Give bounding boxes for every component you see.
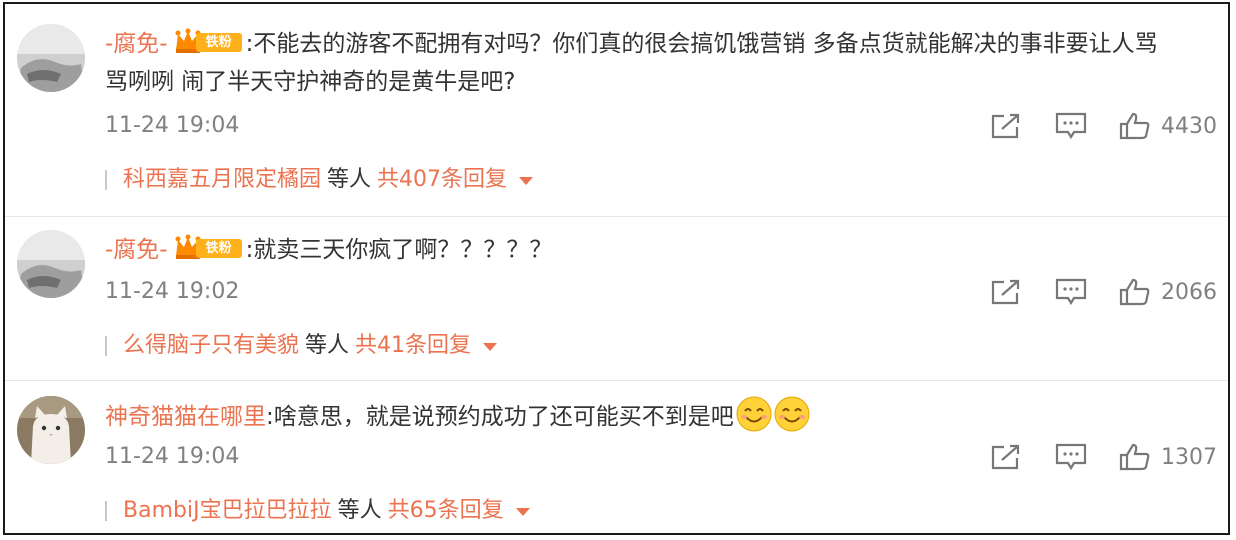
username[interactable]: 神奇猫猫在哪里	[105, 404, 266, 430]
reply-divider-line	[105, 170, 107, 190]
avatar[interactable]	[17, 230, 85, 298]
reply-divider-line	[105, 336, 107, 356]
comment-button[interactable]	[1055, 111, 1087, 141]
reply-summary[interactable]: BambiJ宝巴拉巴拉拉 等人 共65条回复	[105, 495, 530, 527]
comment-icon	[1055, 278, 1087, 306]
reply-mid-text: 等人	[327, 167, 372, 192]
reply-count-link[interactable]: 共41条回复	[355, 330, 471, 362]
like-icon	[1119, 278, 1150, 306]
like-count: 4430	[1161, 113, 1217, 139]
like-count: 1307	[1161, 444, 1217, 470]
fan-badge: 铁粉	[174, 234, 244, 260]
comment-divider	[5, 380, 1228, 381]
reply-count-link[interactable]: 共407条回复	[377, 164, 507, 196]
share-icon	[991, 113, 1020, 139]
avatar[interactable]	[17, 396, 85, 464]
reply-divider-line	[105, 501, 107, 521]
comment-icon	[1055, 112, 1087, 140]
avatar[interactable]	[17, 24, 85, 92]
like-icon	[1119, 443, 1150, 471]
share-button[interactable]	[990, 111, 1022, 141]
chevron-down-icon[interactable]	[519, 177, 534, 185]
comment-text: :不能去的游客不配拥有对吗？你们真的很会搞饥饿营销 多备点货就能解决的事非要让人…	[245, 31, 1158, 57]
share-button[interactable]	[990, 442, 1022, 472]
badge-label: 铁粉	[195, 33, 242, 52]
share-icon	[991, 444, 1020, 470]
reply-username[interactable]: BambiJ宝巴拉巴拉拉	[123, 495, 332, 527]
chevron-down-icon[interactable]	[515, 508, 530, 516]
comment-list: -腐免- 铁粉:不能去的游客不配拥有对吗？你们真的很会搞饥饿营销 多备点货就能解决…	[3, 2, 1230, 535]
share-button[interactable]	[990, 277, 1022, 307]
comment-time: 11-24 19:04	[105, 444, 240, 469]
badge-label: 铁粉	[195, 239, 242, 258]
reply-summary[interactable]: 么得脑子只有美貌 等人 共41条回复	[105, 330, 498, 362]
smile-emoji-icon	[736, 396, 772, 432]
comment-time: 11-24 19:04	[105, 113, 240, 138]
comment-text-continued: 骂咧咧 闹了半天守护神奇的是黄牛是吧?	[105, 69, 516, 95]
reply-mid-text: 等人	[305, 333, 350, 358]
comment-text: :啥意思，就是说预约成功了还可能买不到是吧	[266, 404, 734, 430]
reply-username[interactable]: 么得脑子只有美貌	[123, 330, 299, 362]
like-icon	[1119, 112, 1150, 140]
smile-emoji-icon	[774, 396, 810, 432]
fan-badge: 铁粉	[174, 28, 244, 54]
like-count: 2066	[1161, 279, 1217, 305]
reply-mid-text: 等人	[337, 498, 382, 523]
comment-time: 11-24 19:02	[105, 279, 240, 304]
share-icon	[991, 279, 1020, 305]
reply-count-link[interactable]: 共65条回复	[388, 495, 504, 527]
reply-username[interactable]: 科西嘉五月限定橘园	[123, 164, 321, 196]
like-button[interactable]: 1307	[1119, 442, 1217, 472]
comment-text: :就卖三天你疯了啊？？？？？	[245, 237, 553, 263]
comment-icon	[1055, 443, 1087, 471]
like-button[interactable]: 4430	[1119, 111, 1217, 141]
chevron-down-icon[interactable]	[483, 343, 498, 351]
like-button[interactable]: 2066	[1119, 277, 1217, 307]
comment-button[interactable]	[1055, 277, 1087, 307]
username[interactable]: -腐免-	[105, 31, 168, 57]
comment-divider	[5, 216, 1228, 217]
comment-button[interactable]	[1055, 442, 1087, 472]
username[interactable]: -腐免-	[105, 237, 168, 263]
reply-summary[interactable]: 科西嘉五月限定橘园 等人 共407条回复	[105, 164, 534, 196]
